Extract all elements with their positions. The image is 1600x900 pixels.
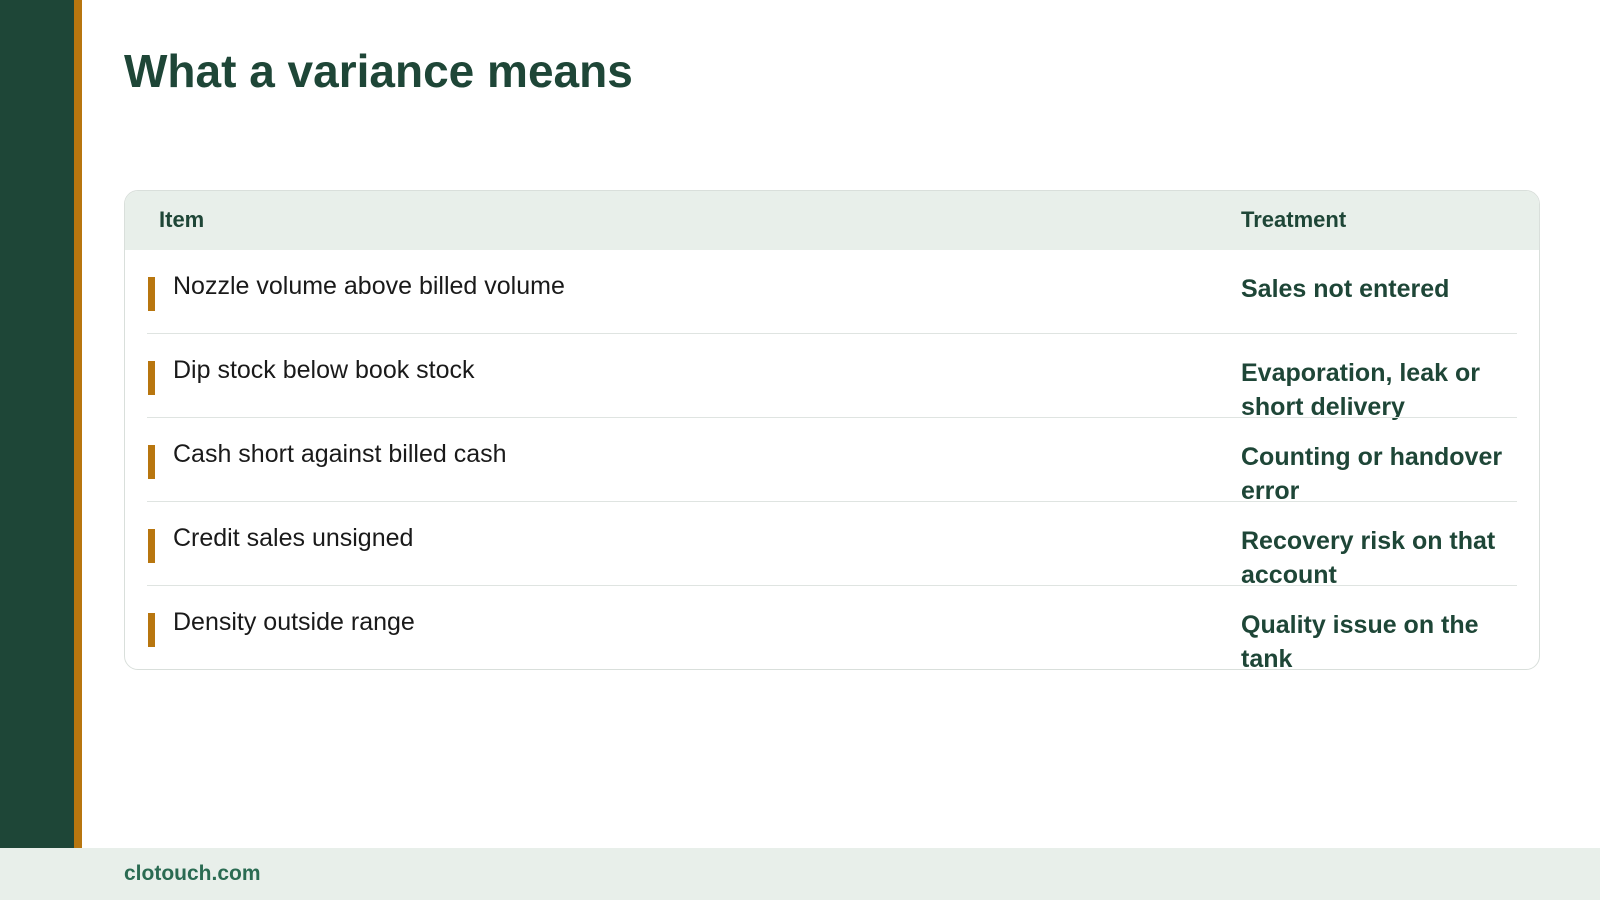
row-treatment: Sales not entered [1241, 275, 1450, 303]
row-marker [148, 445, 155, 479]
row-item: Credit sales unsigned [173, 524, 414, 552]
row-treatment: Counting or handover error [1241, 443, 1503, 505]
row-item: Dip stock below book stock [173, 356, 475, 384]
column-header-treatment: Treatment [1241, 207, 1347, 232]
row-item: Density outside range [173, 608, 415, 636]
row-marker [148, 529, 155, 563]
row-marker [148, 277, 155, 311]
page-title: What a variance means [124, 45, 633, 97]
footer-site-link[interactable]: clotouch.com [124, 862, 261, 886]
table-row: Nozzle volume above billed volume Sales … [125, 250, 1539, 334]
column-header-item: Item [159, 207, 205, 232]
footer-bar: clotouch.com [0, 848, 1600, 900]
variance-table: Item Treatment Nozzle volume above bille… [124, 190, 1540, 670]
table-header: Item Treatment [125, 191, 1539, 250]
table-row: Cash short against billed cash Counting … [125, 418, 1539, 505]
row-treatment: Recovery risk on that account [1241, 527, 1496, 589]
row-item: Cash short against billed cash [173, 440, 507, 468]
row-treatment: Quality issue on the tank [1241, 611, 1479, 670]
row-marker [148, 361, 155, 395]
row-marker [148, 613, 155, 647]
row-treatment: Evaporation, leak or short delivery [1241, 359, 1480, 421]
table-row: Credit sales unsigned Recovery risk on t… [125, 502, 1539, 589]
row-item: Nozzle volume above billed volume [173, 272, 565, 300]
table-row: Density outside range Quality issue on t… [125, 586, 1539, 670]
table-row: Dip stock below book stock Evaporation, … [125, 334, 1539, 421]
side-accent-stripe [74, 0, 82, 848]
side-band [0, 0, 74, 848]
